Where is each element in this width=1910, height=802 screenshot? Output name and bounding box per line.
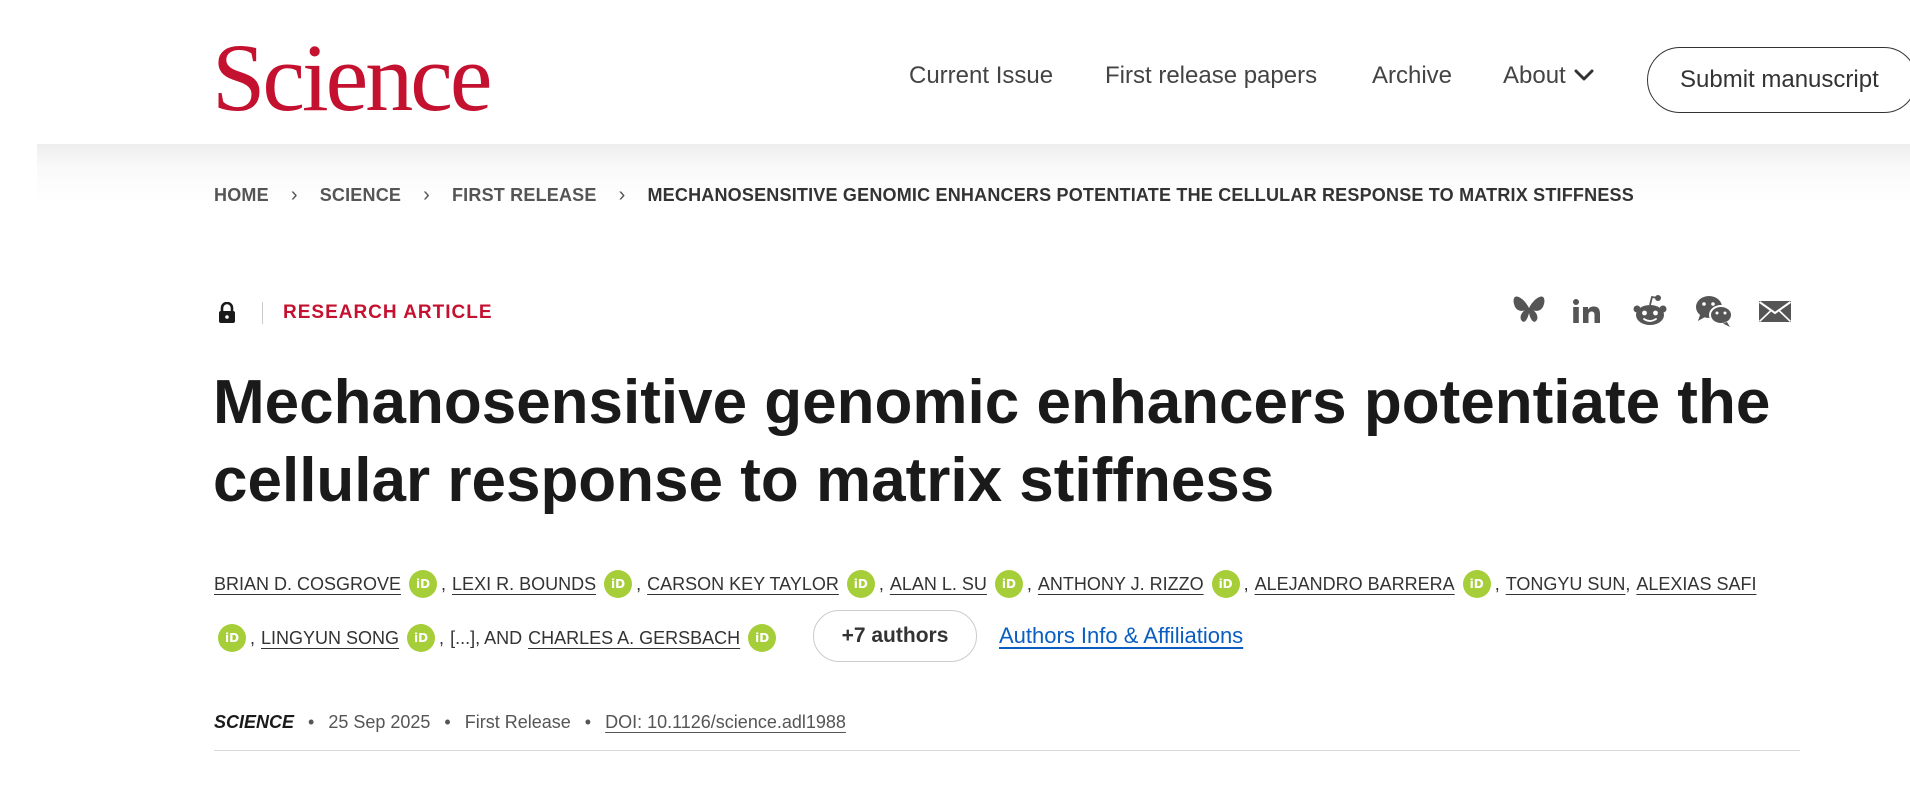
- orcid-icon[interactable]: iD: [748, 624, 777, 652]
- orcid-icon[interactable]: iD: [407, 624, 436, 652]
- nav-first-release-papers[interactable]: First release papers: [1105, 62, 1317, 90]
- orcid-icon[interactable]: iD: [604, 570, 633, 598]
- site-header: Science Current Issue First release pape…: [0, 0, 1910, 144]
- science-logo[interactable]: Science: [212, 30, 492, 126]
- orcid-icon[interactable]: iD: [1211, 570, 1240, 598]
- publication-date: 25 Sep 2025: [328, 712, 431, 732]
- author-link[interactable]: ANTHONY J. RIZZO: [1038, 574, 1204, 595]
- breadcrumb-home[interactable]: HOME: [214, 185, 269, 206]
- nav-about-label: About: [1503, 62, 1566, 89]
- orcid-icon[interactable]: iD: [218, 624, 246, 652]
- breadcrumb: HOME › SCIENCE › FIRST RELEASE › MECHANO…: [214, 184, 1634, 207]
- journal-name: SCIENCE: [214, 712, 295, 732]
- chevron-right-icon: ›: [618, 184, 626, 206]
- chevron-right-icon: ›: [290, 184, 298, 206]
- authors-ellipsis: [...]: [450, 627, 476, 648]
- breadcrumb-current: MECHANOSENSITIVE GENOMIC ENHANCERS POTEN…: [647, 185, 1634, 205]
- article-type-label: RESEARCH ARTICLE: [283, 302, 493, 323]
- author-link[interactable]: ALAN L. SU: [890, 574, 987, 595]
- citation-line: SCIENCE • 25 Sep 2025 • First Release • …: [214, 712, 846, 733]
- author-link[interactable]: ALEJANDRO BARRERA: [1255, 574, 1455, 595]
- nav-archive[interactable]: Archive: [1372, 62, 1452, 90]
- orcid-icon[interactable]: iD: [1462, 570, 1491, 598]
- breadcrumb-science[interactable]: SCIENCE: [320, 185, 401, 206]
- breadcrumb-first-release[interactable]: FIRST RELEASE: [452, 185, 597, 206]
- chevron-down-icon: [1574, 69, 1594, 81]
- doi-link[interactable]: DOI: 10.1126/science.adl1988: [605, 712, 846, 733]
- email-icon[interactable]: [1758, 294, 1792, 326]
- divider: [214, 750, 1800, 751]
- separator-dot: •: [444, 712, 451, 732]
- author-link[interactable]: BRIAN D. COSGROVE: [214, 574, 401, 595]
- linkedin-icon[interactable]: [1570, 294, 1602, 326]
- more-authors-button[interactable]: +7 authors: [813, 610, 977, 662]
- author-link[interactable]: CARSON KEY TAYLOR: [647, 574, 839, 595]
- author-link[interactable]: LINGYUN SONG: [261, 628, 399, 649]
- nav-about-dropdown[interactable]: About: [1503, 62, 1594, 90]
- section-label: First Release: [464, 712, 571, 732]
- author-link[interactable]: CHARLES A. GERSBACH: [528, 628, 740, 649]
- wechat-icon[interactable]: [1694, 294, 1734, 328]
- reddit-icon[interactable]: [1632, 294, 1668, 328]
- orcid-icon[interactable]: iD: [994, 570, 1023, 598]
- author-link[interactable]: TONGYU SUN: [1506, 574, 1626, 595]
- separator-dot: •: [584, 712, 592, 732]
- orcid-icon[interactable]: iD: [409, 570, 438, 598]
- separator-dot: •: [308, 712, 315, 732]
- nav-current-issue[interactable]: Current Issue: [909, 62, 1053, 90]
- orcid-icon[interactable]: iD: [846, 570, 875, 598]
- article-title: Mechanosensitive genomic enhancers poten…: [213, 368, 1771, 515]
- author-link[interactable]: ALEXIAS SAFI: [1636, 574, 1756, 595]
- authors-line: BRIAN D. COSGROVE iD, LEXI R. BOUNDS iD,…: [214, 570, 1756, 598]
- authors-line: iD, LINGYUN SONG iD, [...] , AND CHARLES…: [214, 624, 780, 652]
- authors-affiliations-link[interactable]: Authors Info & Affiliations: [999, 623, 1243, 649]
- chevron-right-icon: ›: [423, 184, 430, 206]
- submit-manuscript-button[interactable]: Submit manuscript: [1647, 47, 1910, 113]
- authors-and: , AND: [475, 627, 523, 648]
- bluesky-icon[interactable]: [1512, 294, 1546, 326]
- lock-icon: [219, 302, 235, 323]
- author-link[interactable]: LEXI R. BOUNDS: [452, 574, 596, 595]
- divider: [262, 302, 263, 324]
